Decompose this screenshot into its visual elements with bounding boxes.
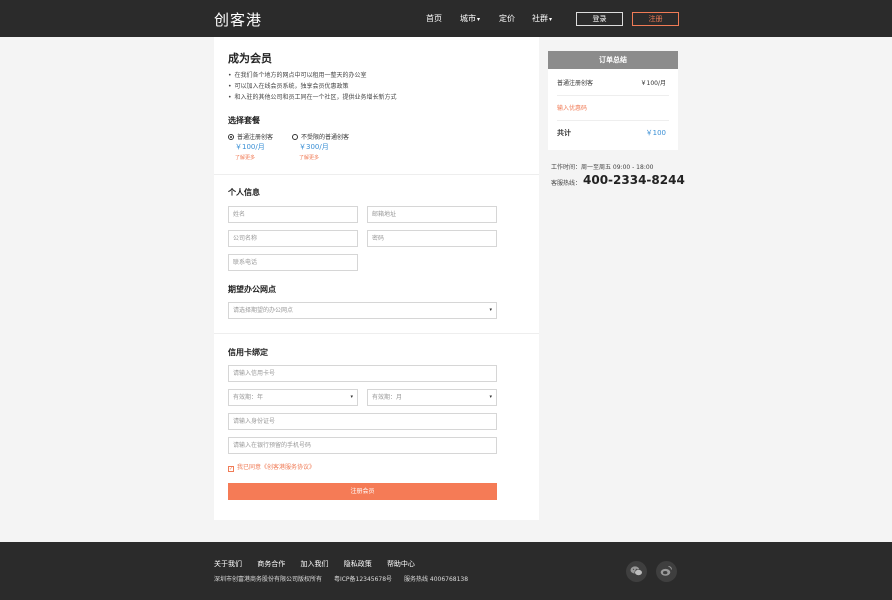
site-logo[interactable]: 创客港 [214, 9, 262, 30]
coupon-code-link[interactable]: 输入优惠码 [557, 103, 669, 112]
section-divider [214, 174, 539, 175]
expiry-month-select[interactable]: 有效期：月 ▾ [367, 389, 497, 406]
page-title: 成为会员 [228, 52, 272, 65]
card-number-field[interactable]: 请输入信用卡号 [228, 365, 497, 382]
section-divider [214, 333, 539, 334]
plan-price: ￥100/月 [235, 143, 265, 151]
summary-item-row: 普通注册创客 ￥100/月 [557, 78, 669, 87]
nav-pricing-label: 定价 [499, 14, 515, 23]
learn-more-link[interactable]: 了解更多 [299, 154, 319, 161]
benefit-item: 和入驻的其他公司和员工同在一个社区，提供业务增长新方式 [228, 92, 397, 103]
order-summary-panel: 订单总结 普通注册创客 ￥100/月 输入优惠码 共计 ￥100 [548, 51, 678, 150]
id-number-field[interactable]: 请输入身份证号 [228, 413, 497, 430]
phone-field[interactable]: 联系电话 [228, 254, 358, 271]
office-select-value: 请选择期望的办公网点 [233, 307, 294, 314]
summary-total-row: 共计 ￥100 [557, 128, 669, 138]
footer-info: 深圳市创富港商务股份有限公司版权所有 粤ICP备12345678号 服务热线 4… [214, 574, 478, 583]
summary-divider [557, 120, 669, 121]
top-navbar: 创客港 首页 城市▾ 定价 社群▾ 登录 注册 [0, 0, 892, 37]
nav-community[interactable]: 社群▾ [532, 13, 552, 24]
service-hotline-text: 服务热线 4006768138 [403, 576, 469, 583]
footer-link-help[interactable]: 帮助中心 [387, 560, 415, 568]
nav-community-label: 社群 [532, 14, 548, 23]
chevron-down-icon: ▾ [477, 16, 481, 23]
credit-card-title: 信用卡绑定 [228, 348, 268, 357]
hotline-label: 客服热线： [551, 180, 582, 187]
plan-option-unlimited[interactable]: 不受限的普通创客 [292, 132, 349, 141]
radio-unselected-icon[interactable] [292, 134, 298, 140]
plan-section-title: 选择套餐 [228, 116, 260, 125]
agreement-row[interactable]: ✓ 我已同意《创客港服务协议》 [228, 462, 315, 472]
order-summary-title: 订单总结 [548, 51, 678, 69]
hotline-number: 400-2334-8244 [583, 173, 685, 187]
chevron-down-icon: ▾ [549, 16, 553, 23]
summary-total-value: ￥100 [645, 129, 666, 137]
nav-city[interactable]: 城市▾ [460, 13, 480, 24]
register-button[interactable]: 注册 [632, 12, 679, 26]
summary-divider [557, 95, 669, 96]
learn-more-link[interactable]: 了解更多 [235, 154, 255, 161]
site-footer: 关于我们 商务合作 加入我们 隐私政策 帮助中心 深圳市创富港商务股份有限公司版… [0, 542, 892, 600]
nav-home-label: 首页 [426, 14, 442, 23]
footer-link-privacy[interactable]: 隐私政策 [344, 560, 372, 568]
agreement-link[interactable]: 我已同意《创客港服务协议》 [237, 464, 315, 471]
benefit-item: 可以加入在线会员系统，独享会员优惠政策 [228, 81, 397, 92]
plan-name: 普通注册创客 [237, 134, 274, 141]
password-field[interactable]: 密码 [367, 230, 497, 247]
footer-link-join[interactable]: 加入我们 [300, 560, 328, 568]
nav-pricing[interactable]: 定价 [499, 13, 515, 24]
email-field[interactable]: 邮箱地址 [367, 206, 497, 223]
plan-price: ￥300/月 [299, 143, 329, 151]
plan-name: 不受限的普通创客 [301, 134, 350, 141]
icp-text: 粤ICP备12345678号 [333, 576, 393, 583]
register-member-button[interactable]: 注册会员 [228, 483, 497, 500]
personal-info-title: 个人信息 [228, 188, 260, 197]
expiry-month-value: 有效期：月 [372, 394, 403, 401]
working-hours: 工作时间：周一至周五 09:00 - 18:00 [551, 164, 654, 171]
footer-link-about[interactable]: 关于我们 [214, 560, 242, 568]
expiry-year-select[interactable]: 有效期：年 ▾ [228, 389, 358, 406]
footer-link-business[interactable]: 商务合作 [257, 560, 285, 568]
chevron-down-icon: ▾ [350, 394, 353, 400]
summary-item-price: ￥100/月 [640, 80, 666, 87]
benefit-item: 在我们各个地方的网点中可以租用一整天的办公室 [228, 70, 397, 81]
summary-total-label: 共计 [557, 129, 571, 137]
name-field[interactable]: 姓名 [228, 206, 358, 223]
company-field[interactable]: 公司名称 [228, 230, 358, 247]
membership-form-card: 成为会员 在我们各个地方的网点中可以租用一整天的办公室 可以加入在线会员系统，独… [214, 37, 539, 520]
nav-city-label: 城市 [460, 14, 476, 23]
copyright-text: 深圳市创富港商务股份有限公司版权所有 [214, 576, 323, 583]
plan-option-basic[interactable]: 普通注册创客 [228, 132, 273, 141]
expiry-year-value: 有效期：年 [233, 394, 264, 401]
wechat-icon[interactable] [626, 561, 647, 582]
office-location-select[interactable]: 请选择期望的办公网点 ▾ [228, 302, 497, 319]
checkbox-checked-icon[interactable]: ✓ [228, 466, 234, 472]
weibo-icon[interactable] [656, 561, 677, 582]
radio-selected-icon[interactable] [228, 134, 234, 140]
footer-links: 关于我们 商务合作 加入我们 隐私政策 帮助中心 [214, 559, 428, 569]
summary-item-name: 普通注册创客 [557, 80, 594, 87]
bank-phone-field[interactable]: 请输入在银行预留的手机号码 [228, 437, 497, 454]
nav-home[interactable]: 首页 [426, 13, 442, 24]
login-button[interactable]: 登录 [576, 12, 623, 26]
benefits-list: 在我们各个地方的网点中可以租用一整天的办公室 可以加入在线会员系统，独享会员优惠… [228, 70, 397, 103]
chevron-down-icon: ▾ [489, 307, 492, 313]
office-location-title: 期望办公网点 [228, 285, 276, 294]
chevron-down-icon: ▾ [489, 394, 492, 400]
